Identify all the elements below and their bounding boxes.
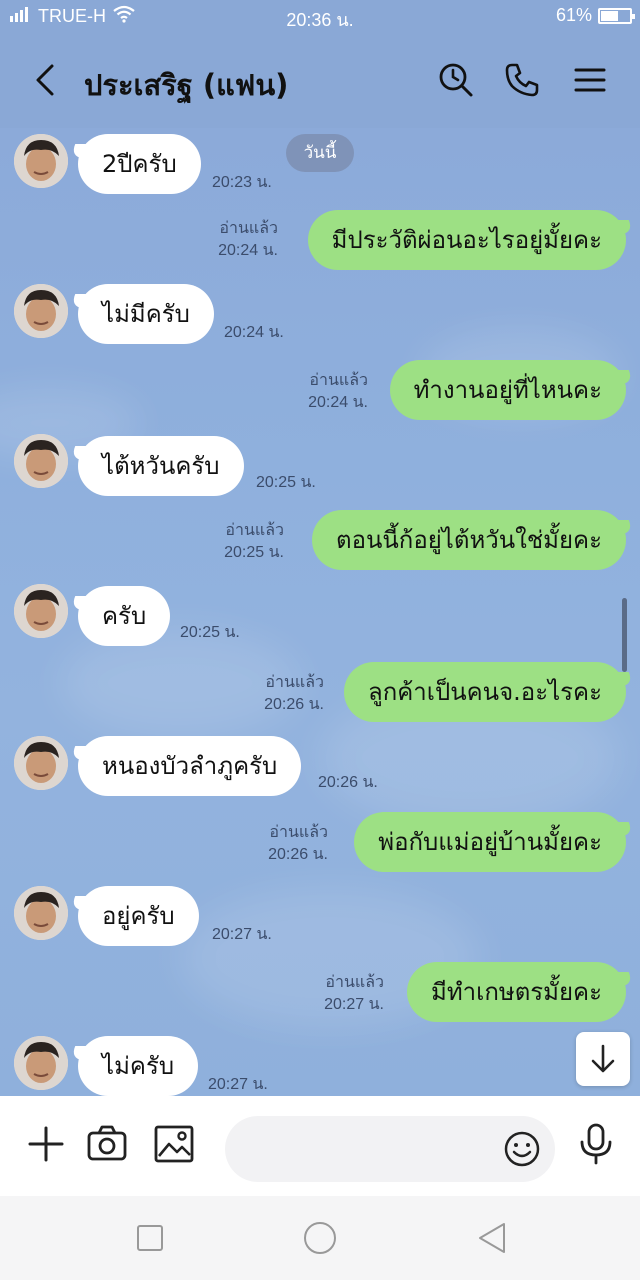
read-receipt: อ่านแล้ว 20:26 น. [264, 674, 324, 713]
battery-icon [598, 7, 635, 24]
plus-icon [28, 1126, 64, 1162]
message-bubble[interactable]: อยู่ครับ [78, 886, 199, 946]
search-button[interactable] [438, 62, 474, 98]
read-receipt: อ่านแล้ว 20:26 น. [268, 824, 328, 863]
arrow-down-icon [591, 1044, 615, 1073]
scrollbar[interactable] [622, 598, 627, 672]
message-bubble[interactable]: ตอนนี้ก้อยู่ไต้หวันใช่มั้ยคะ [311, 510, 626, 570]
gallery-button[interactable] [154, 1122, 194, 1166]
avatar[interactable] [14, 1036, 68, 1090]
home-button[interactable] [302, 1220, 338, 1256]
message-time: 20:26 น. [318, 774, 378, 791]
add-button[interactable] [26, 1122, 66, 1166]
message-bubble[interactable]: ไต้หวันครับ [78, 436, 244, 496]
message-bubble[interactable]: ทำงานอยู่ที่ไหนคะ [389, 360, 626, 420]
search-clock-icon [439, 63, 473, 97]
triangle-left-icon [479, 1223, 505, 1253]
message-time: 20:23 น. [212, 174, 272, 191]
message-bubble[interactable]: ลูกค้าเป็นคนจ.อะไรคะ [344, 662, 626, 722]
read-receipt: อ่านแล้ว 20:25 น. [224, 522, 284, 561]
message-bubble[interactable]: 2ปีครับ [78, 134, 201, 194]
avatar[interactable] [14, 736, 68, 790]
read-receipt: อ่านแล้ว 20:24 น. [218, 220, 278, 259]
message-input[interactable] [225, 1116, 555, 1182]
read-receipt: อ่านแล้ว 20:24 น. [308, 372, 368, 411]
back-nav-button[interactable] [474, 1220, 510, 1256]
clock: 20:36 น. [286, 10, 354, 30]
message-bubble[interactable]: หนองบัวลำภูครับ [78, 736, 302, 796]
microphone-icon [580, 1123, 612, 1165]
read-receipt: อ่านแล้ว 20:27 น. [324, 974, 384, 1013]
message-bubble[interactable]: พ่อกับแม่อยู่บ้านมั้ยคะ [354, 812, 626, 872]
recents-button[interactable] [132, 1220, 168, 1256]
emoji-icon [504, 1131, 540, 1167]
message-time: 20:25 น. [256, 474, 316, 491]
message-bubble[interactable]: ไม่ครับ [78, 1036, 199, 1096]
back-button[interactable] [30, 62, 64, 98]
emoji-button[interactable] [503, 1130, 541, 1168]
message-time: 20:24 น. [224, 324, 284, 341]
call-button[interactable] [504, 62, 540, 98]
status-bar: TRUE-H 20:36 น. 61% [0, 0, 640, 32]
scroll-to-bottom-button[interactable] [576, 1032, 630, 1086]
chevron-left-icon [36, 64, 54, 96]
camera-button[interactable] [86, 1122, 127, 1166]
chat-header: ประเสริฐ (แฟน) [0, 32, 640, 128]
voice-button[interactable] [576, 1122, 616, 1166]
hamburger-menu-icon [574, 68, 606, 92]
message-time: 20:27 น. [212, 926, 272, 943]
image-icon [154, 1125, 194, 1163]
avatar[interactable] [14, 886, 68, 940]
square-icon [137, 1225, 163, 1251]
avatar[interactable] [14, 584, 68, 638]
avatar[interactable] [14, 434, 68, 488]
date-label: วันนี้ [286, 134, 354, 172]
message-bubble[interactable]: มีทำเกษตรมั้ยคะ [407, 962, 626, 1022]
message-bubble[interactable]: ครับ [78, 586, 171, 646]
chat-area[interactable]: วันนี้ 2ปีครับ 20:23 น. อ่านแล้ว 20:24 น.… [0, 128, 640, 1096]
avatar[interactable] [14, 284, 68, 338]
circle-icon [304, 1222, 336, 1254]
message-bubble[interactable]: มีประวัติผ่อนอะไรอยู่มั้ยคะ [307, 210, 626, 270]
phone-icon [505, 63, 539, 97]
message-time: 20:27 น. [208, 1076, 268, 1093]
message-time: 20:25 น. [180, 624, 240, 641]
system-nav-bar [0, 1196, 640, 1280]
contact-name: ประเสริฐ (แฟน) [84, 68, 289, 102]
battery-percent: 61% [555, 5, 592, 25]
camera-icon [87, 1125, 127, 1161]
avatar[interactable] [14, 134, 68, 188]
message-input-bar [0, 1096, 640, 1196]
message-bubble[interactable]: ไม่มีครับ [78, 284, 214, 344]
menu-button[interactable] [572, 62, 608, 98]
